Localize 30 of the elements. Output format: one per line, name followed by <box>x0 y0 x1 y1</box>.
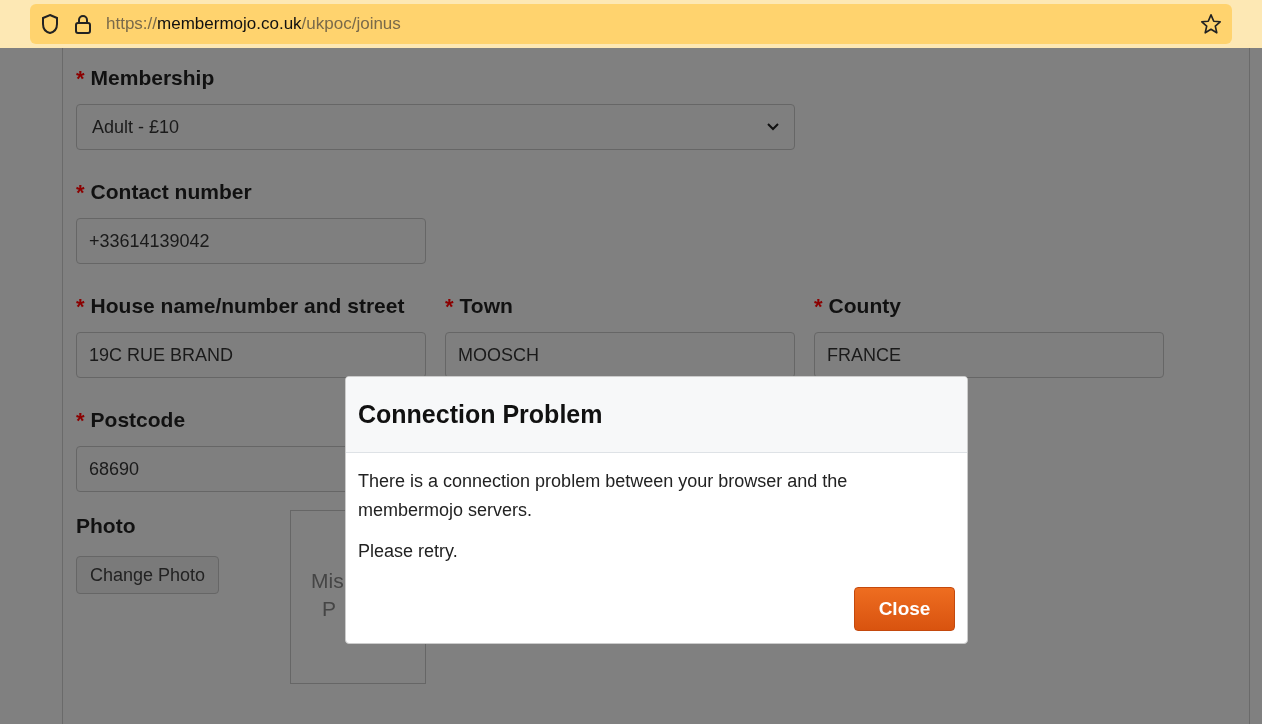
placeholder-text: P <box>321 596 337 622</box>
input-field[interactable]: MOOSCH <box>445 332 795 378</box>
dialog-message: Please retry. <box>358 540 459 563</box>
dialog-title: Connection Problem <box>358 398 603 430</box>
placeholder-text: Mis <box>311 568 345 594</box>
field-label: Town <box>459 293 513 320</box>
shield-icon[interactable] <box>40 13 60 35</box>
required-mark: * <box>445 292 454 321</box>
input-field[interactable]: 19C RUE BRAND <box>76 332 426 378</box>
address-bar[interactable]: https://membermojo.co.uk/ukpoc/joinus <box>30 4 1232 44</box>
field-label: Contact number <box>90 179 252 206</box>
membership-select[interactable]: Adult - £10 <box>76 104 795 150</box>
required-mark: * <box>76 406 85 435</box>
close-button[interactable]: Close <box>854 587 955 631</box>
url-text[interactable]: https://membermojo.co.uk/ukpoc/joinus <box>106 11 1186 37</box>
required-mark: * <box>814 292 823 321</box>
required-mark: * <box>76 292 85 321</box>
photo-label: Photo <box>76 513 137 538</box>
input-field[interactable]: FRANCE <box>814 332 1164 378</box>
star-icon[interactable] <box>1200 13 1222 35</box>
required-mark: * <box>76 178 85 207</box>
field-label: House name/number and street <box>90 293 405 320</box>
chevron-down-icon <box>767 123 779 131</box>
field-label: Membership <box>90 65 215 92</box>
field-label: County <box>828 293 901 320</box>
field-label: Postcode <box>90 407 186 434</box>
change-photo-button[interactable]: Change Photo <box>76 556 220 594</box>
lock-icon[interactable] <box>74 13 92 35</box>
input-field[interactable]: +33614139042 <box>76 218 426 264</box>
required-mark: * <box>76 64 85 93</box>
